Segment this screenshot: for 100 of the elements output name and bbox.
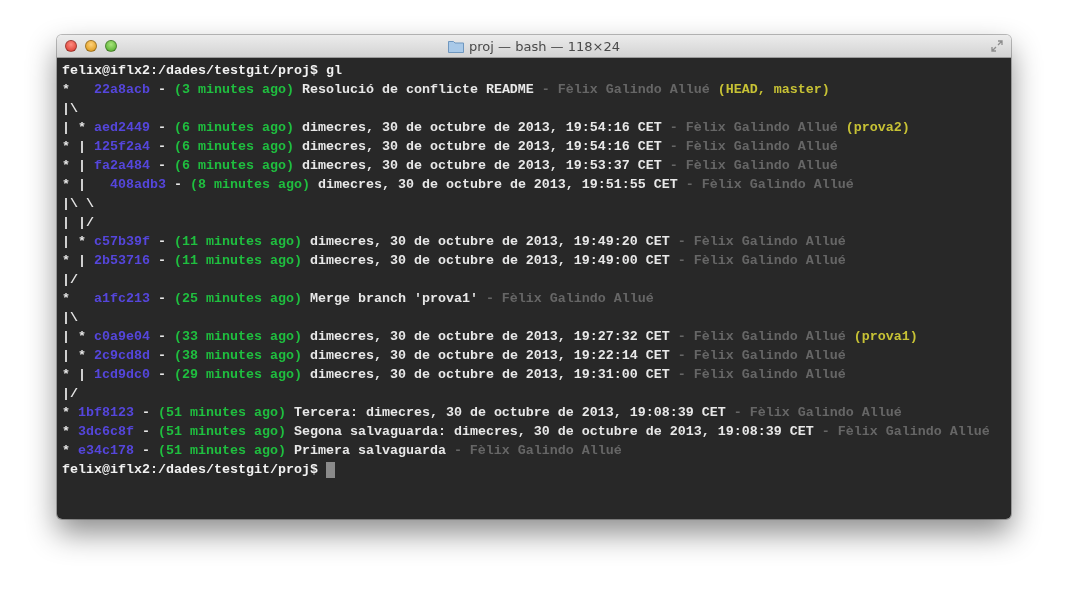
commit-age: (51 minutes ago) [157,443,286,458]
git-graph: | * [62,234,86,249]
commit-author: Fèlix Galindo Allué [469,443,622,458]
git-graph: * [62,405,70,420]
commit-age: (51 minutes ago) [157,424,286,439]
separator-dash: - [453,443,462,458]
commit-author: Fèlix Galindo Allué [701,177,854,192]
git-graph: * [62,424,70,439]
commit-author: Fèlix Galindo Allué [693,234,846,249]
separator-dash: - [541,82,550,97]
fullscreen-icon[interactable] [991,40,1003,52]
commit-age: (11 minutes ago) [173,253,302,268]
commit-message: dimecres, 30 de octubre de 2013, 19:54:16 CET [301,139,662,154]
commit-hash: 2c9cd8d [94,348,150,363]
commit-hash: fa2a484 [94,158,150,173]
zoom-button[interactable] [105,40,117,52]
commit-author: Fèlix Galindo Allué [501,291,654,306]
commit-message: dimecres, 30 de octubre de 2013, 19:22:14 CET [309,348,670,363]
separator-dash: - [157,234,166,249]
commit-author: Fèlix Galindo Allué [685,139,838,154]
commit-hash: 125f2a4 [94,139,150,154]
commit-author: Fèlix Galindo Allué [693,253,846,268]
separator-dash: - [677,234,686,249]
commit-message: dimecres, 30 de octubre de 2013, 19:54:16 CET [301,120,662,135]
close-button[interactable] [65,40,77,52]
commit-hash: 408adb3 [110,177,166,192]
separator-dash: - [677,348,686,363]
commit-hash: 2b53716 [94,253,150,268]
git-graph: * | [62,253,86,268]
git-graph: * [62,443,70,458]
git-graph: |\ [62,101,78,116]
commit-age: (51 minutes ago) [157,405,286,420]
separator-dash: - [669,120,678,135]
commit-author: Fèlix Galindo Allué [693,348,846,363]
git-graph: * [62,82,71,97]
commit-hash: 1bf8123 [78,405,134,420]
commit-age: (11 minutes ago) [173,234,302,249]
git-graph: * [62,291,71,306]
separator-dash: - [157,82,166,97]
separator-dash: - [821,424,830,439]
commit-message: Merge branch 'prova1' [309,291,478,306]
separator-dash: - [157,158,166,173]
separator-dash: - [485,291,494,306]
git-graph: * | [62,158,86,173]
separator-dash: - [141,424,150,439]
separator-dash: - [677,367,686,382]
git-graph: |\ [62,310,78,325]
commit-hash: a1fc213 [94,291,150,306]
commit-author: Fèlix Galindo Allué [685,120,838,135]
separator-dash: - [677,253,686,268]
git-graph: | * [62,348,86,363]
commit-age: (6 minutes ago) [173,139,294,154]
commit-message: Primera salvaguarda [293,443,446,458]
commit-age: (29 minutes ago) [173,367,302,382]
commit-hash: aed2449 [94,120,150,135]
commit-message: dimecres, 30 de octubre de 2013, 19:53:37 CET [301,158,662,173]
commit-age: (33 minutes ago) [173,329,302,344]
commit-age: (3 minutes ago) [173,82,294,97]
ref-names: (prova1) [853,329,918,344]
git-graph: * | [62,367,86,382]
separator-dash: - [157,348,166,363]
commit-hash: c0a9e04 [94,329,150,344]
git-graph: * | [62,177,87,192]
separator-dash: - [173,177,182,192]
separator-dash: - [157,120,166,135]
commit-message: dimecres, 30 de octubre de 2013, 19:51:55 CET [317,177,678,192]
commit-author: Fèlix Galindo Allué [749,405,902,420]
separator-dash: - [141,405,150,420]
window-title: proj — bash — 118×24 [469,38,620,54]
git-graph: |/ [62,272,78,287]
commit-author: Fèlix Galindo Allué [693,367,846,382]
folder-icon [448,39,465,53]
commit-hash: 1cd9dc0 [94,367,150,382]
separator-dash: - [669,158,678,173]
separator-dash: - [685,177,694,192]
commit-age: (6 minutes ago) [173,120,294,135]
git-graph: |/ [62,386,78,401]
commit-author: Fèlix Galindo Allué [557,82,710,97]
git-graph: |\ \ [62,196,94,211]
git-graph: | * [62,329,86,344]
commit-age: (6 minutes ago) [173,158,294,173]
separator-dash: - [141,443,150,458]
ref-names: (HEAD, master) [717,82,830,97]
commit-author: Fèlix Galindo Allué [837,424,990,439]
commit-age: (25 minutes ago) [173,291,302,306]
separator-dash: - [157,367,166,382]
separator-dash: - [157,253,166,268]
commit-age: (8 minutes ago) [189,177,310,192]
shell-prompt: felix@iflx2:/dades/testgit/proj$ [62,462,318,477]
commit-hash: c57b39f [94,234,150,249]
separator-dash: - [669,139,678,154]
minimize-button[interactable] [85,40,97,52]
ref-names: (prova2) [845,120,910,135]
commit-message: dimecres, 30 de octubre de 2013, 19:31:00 CET [309,367,670,382]
separator-dash: - [733,405,742,420]
shell-prompt: felix@iflx2:/dades/testgit/proj$ [62,63,318,78]
commit-author: Fèlix Galindo Allué [693,329,846,344]
git-graph: * | [62,139,86,154]
commit-message: Tercera: dimecres, 30 de octubre de 2013, 19:08:39 CET [293,405,726,420]
git-graph: | * [62,120,86,135]
